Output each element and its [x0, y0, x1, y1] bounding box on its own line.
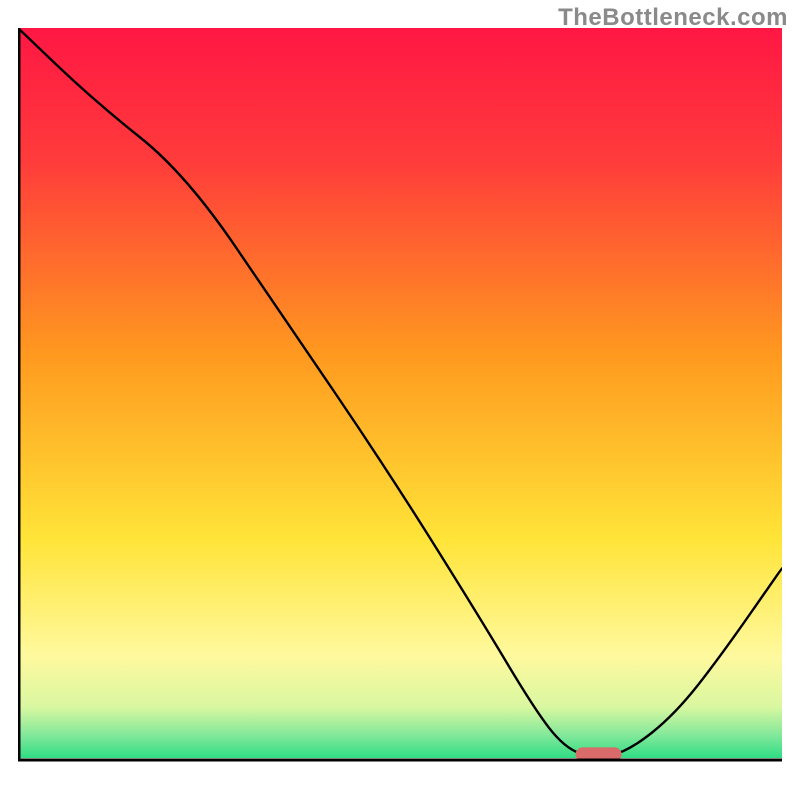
gradient-background [18, 28, 782, 758]
bottleneck-chart [18, 28, 782, 782]
plot-area [18, 28, 782, 782]
chart-container: TheBottleneck.com [0, 0, 800, 800]
